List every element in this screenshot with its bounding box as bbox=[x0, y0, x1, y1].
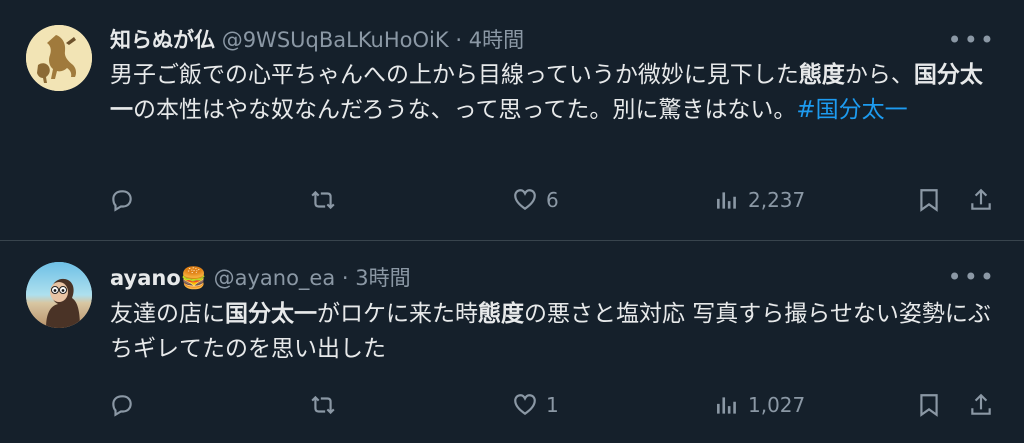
separator: · bbox=[341, 266, 349, 290]
reply-icon bbox=[112, 190, 132, 212]
avatar[interactable] bbox=[26, 25, 92, 91]
reply-icon bbox=[112, 395, 132, 417]
views-icon bbox=[717, 192, 736, 209]
view-count: 2,237 bbox=[748, 188, 806, 212]
text-segment: から、 bbox=[844, 62, 914, 88]
tweet[interactable]: ayano🍔 @ayano_ea · 3時間 ••• 友達の店に国分太一がロケに… bbox=[0, 241, 1024, 443]
views-button[interactable]: 2,237 bbox=[714, 187, 805, 213]
action-bar: 1 1,027 bbox=[0, 392, 1024, 422]
retweet-icon bbox=[311, 395, 335, 415]
text-segment: 友達の店に bbox=[110, 301, 225, 327]
user-handle[interactable]: @9WSUqBaLKuHoOiK bbox=[222, 28, 449, 52]
like-count: 1 bbox=[546, 393, 559, 417]
bold-keyword: 態度 bbox=[798, 62, 845, 88]
timestamp[interactable]: 3時間 bbox=[355, 266, 410, 290]
avatar[interactable] bbox=[26, 262, 92, 328]
tweet-header: 知らぬが仏 @9WSUqBaLKuHoOiK · 4時間 bbox=[110, 26, 524, 54]
tweet-header: ayano🍔 @ayano_ea · 3時間 bbox=[110, 264, 411, 292]
tweet[interactable]: 知らぬが仏 @9WSUqBaLKuHoOiK · 4時間 ••• 男子ご飯での心… bbox=[0, 0, 1024, 241]
user-handle[interactable]: @ayano_ea bbox=[214, 266, 336, 290]
share-button[interactable] bbox=[968, 392, 994, 418]
share-icon bbox=[971, 393, 991, 415]
like-button[interactable]: 1 bbox=[512, 392, 559, 418]
tweet-text: 友達の店に国分太一がロケに来た時態度の悪さと塩対応 写真すら撮らせない姿勢にぶち… bbox=[110, 297, 1000, 367]
reply-button[interactable] bbox=[109, 187, 135, 213]
retweet-button[interactable] bbox=[310, 187, 336, 213]
bold-keyword: 態度 bbox=[478, 301, 524, 327]
share-button[interactable] bbox=[968, 187, 994, 213]
text-segment: がロケに来た時 bbox=[317, 301, 478, 327]
timestamp[interactable]: 4時間 bbox=[469, 28, 524, 52]
retweet-icon bbox=[311, 190, 335, 210]
heart-icon bbox=[514, 189, 536, 210]
view-count: 1,027 bbox=[748, 393, 806, 417]
bookmark-button[interactable] bbox=[916, 392, 942, 418]
more-icon[interactable]: ••• bbox=[948, 263, 996, 291]
bold-keyword: 国分太一 bbox=[225, 301, 317, 327]
bookmark-icon bbox=[920, 394, 938, 417]
views-icon bbox=[717, 397, 736, 414]
tweet-text: 男子ご飯での心平ちゃんへの上から目線っていうか微妙に見下した態度から、国分太一の… bbox=[110, 58, 1000, 128]
like-count: 6 bbox=[546, 188, 559, 212]
text-segment: の本性はやな奴なんだろうな、って思ってた。別に驚きはない。 bbox=[133, 97, 797, 123]
share-icon bbox=[971, 188, 991, 210]
bookmark-button[interactable] bbox=[916, 187, 942, 213]
hashtag-link[interactable]: #国分太一 bbox=[796, 97, 907, 123]
action-bar: 6 2,237 bbox=[0, 187, 1024, 217]
display-name[interactable]: 知らぬが仏 bbox=[110, 28, 215, 52]
display-name[interactable]: ayano🍔 bbox=[110, 266, 207, 290]
views-button[interactable]: 1,027 bbox=[714, 392, 805, 418]
more-icon[interactable]: ••• bbox=[948, 26, 996, 54]
like-button[interactable]: 6 bbox=[512, 187, 559, 213]
reply-button[interactable] bbox=[109, 392, 135, 418]
text-segment: 男子ご飯での心平ちゃんへの上から目線っていうか微妙に見下した bbox=[110, 62, 799, 88]
bookmark-icon bbox=[920, 189, 938, 212]
heart-icon bbox=[514, 394, 536, 415]
retweet-button[interactable] bbox=[310, 392, 336, 418]
separator: · bbox=[455, 28, 463, 52]
